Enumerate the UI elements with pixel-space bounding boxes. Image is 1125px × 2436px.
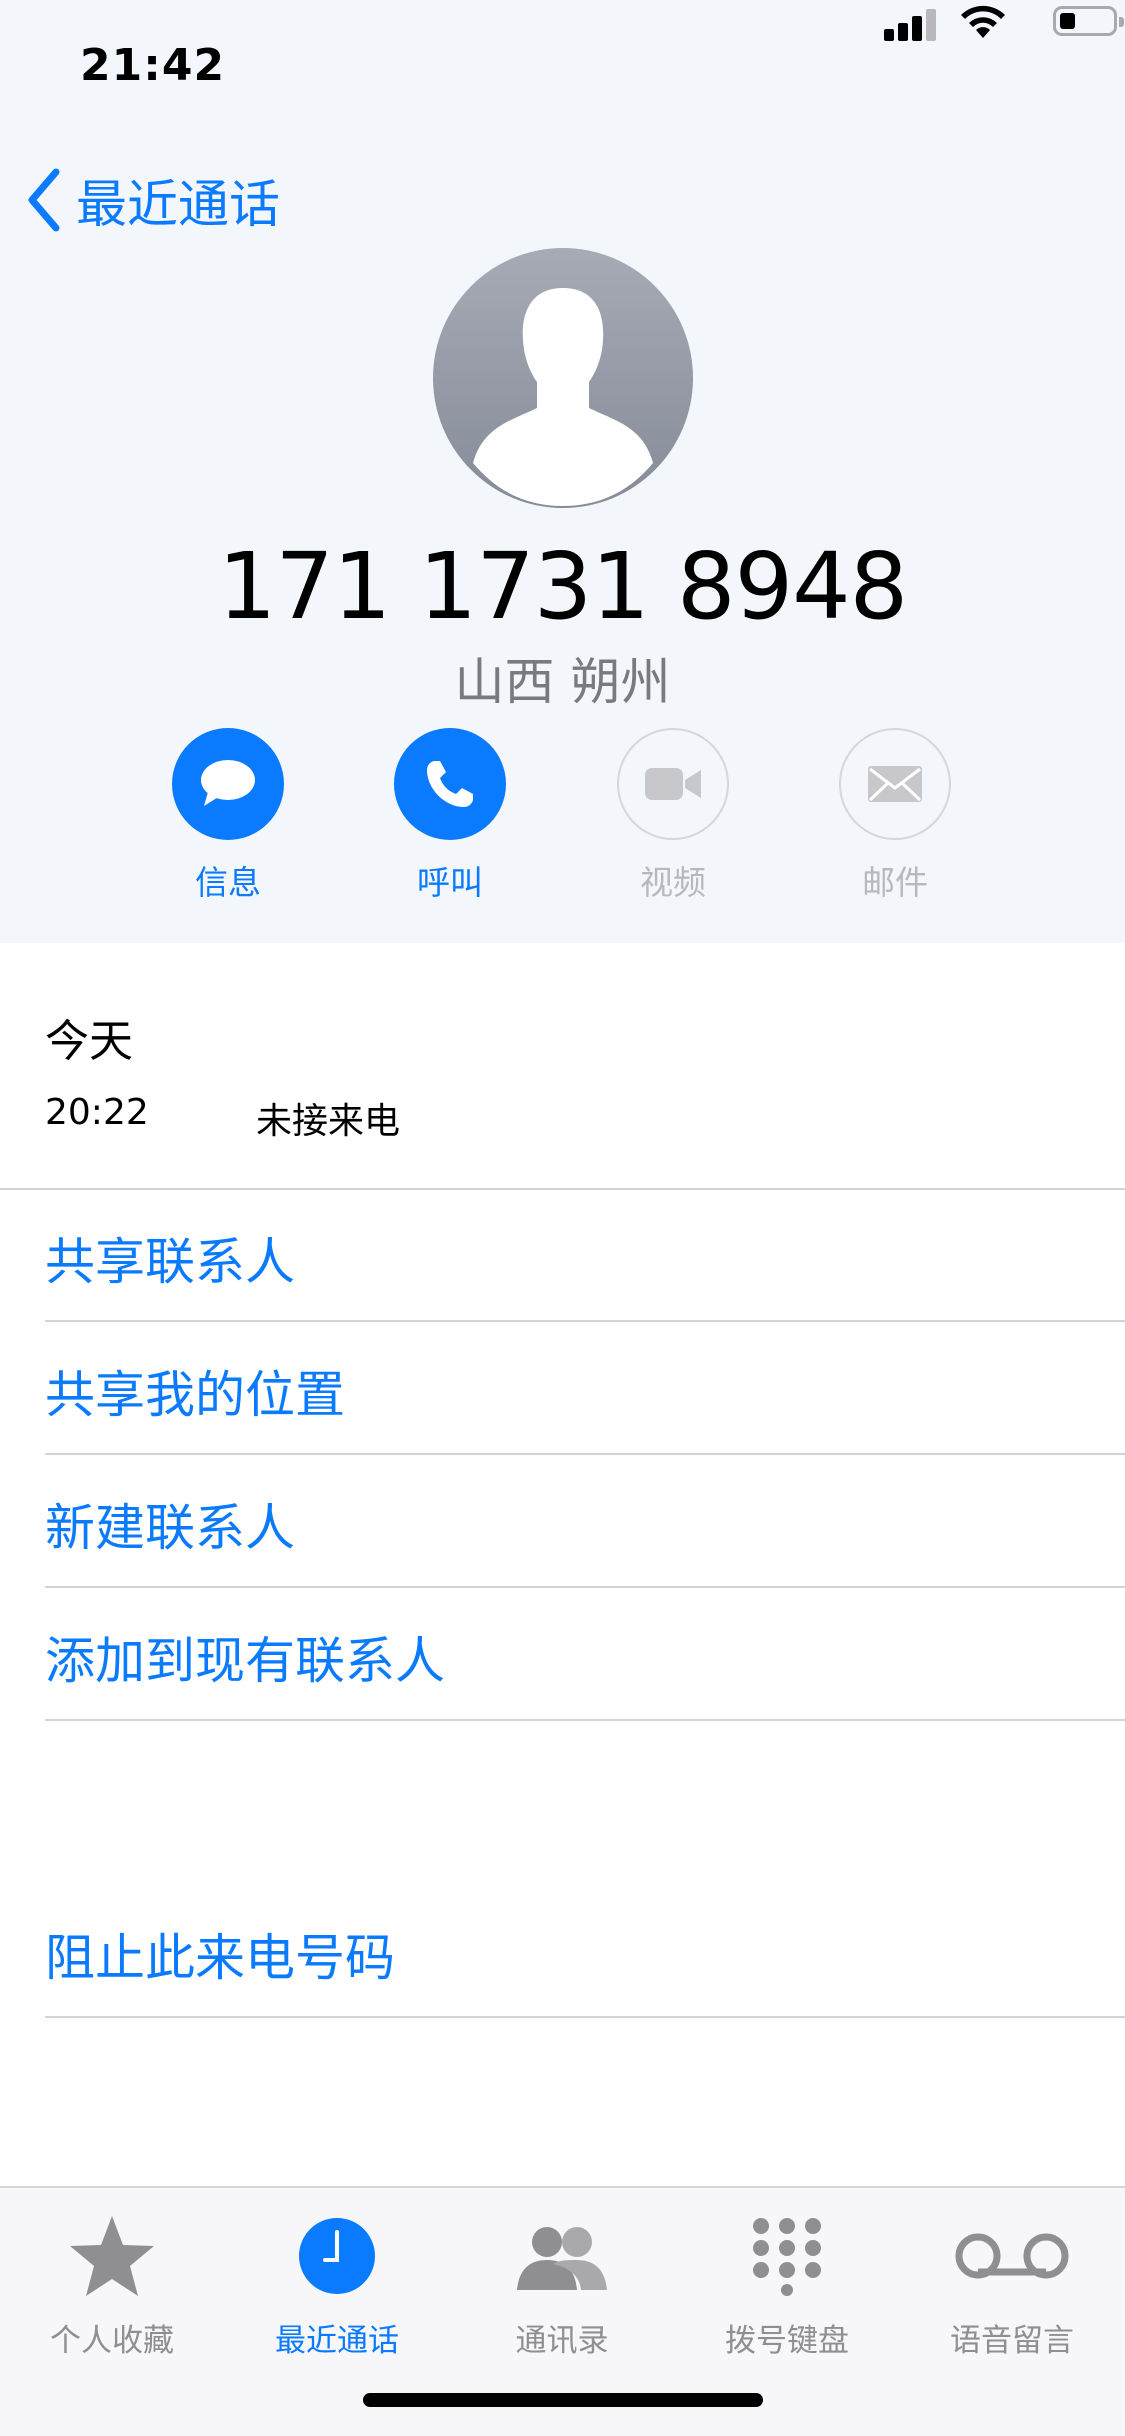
- divider: [45, 2016, 1125, 2018]
- phone-number[interactable]: 171 1731 8948: [0, 533, 1125, 640]
- mail-label: 邮件: [862, 863, 928, 902]
- chevron-left-icon: [28, 168, 60, 232]
- tab-recents-label: 最近通话: [275, 2323, 399, 2359]
- tab-keypad-label: 拨号键盘: [725, 2323, 849, 2359]
- call-label: 呼叫: [417, 863, 483, 902]
- battery-icon: [1053, 6, 1124, 36]
- tab-contacts-label: 通讯录: [515, 2323, 609, 2359]
- divider: [45, 1320, 1125, 1322]
- block-caller-button[interactable]: 阻止此来电号码: [45, 1918, 1125, 1990]
- tab-voicemail-label: 语音留言: [950, 2323, 1074, 2359]
- message-label: 信息: [195, 863, 261, 902]
- call-button[interactable]: 呼叫: [394, 728, 506, 904]
- tab-keypad[interactable]: 拨号键盘: [707, 2208, 867, 2360]
- caller-location: 山西 朔州: [454, 653, 671, 711]
- video-label: 视频: [640, 863, 706, 902]
- share-location-button[interactable]: 共享我的位置: [45, 1355, 1125, 1427]
- divider: [0, 1188, 1125, 1190]
- tab-contacts[interactable]: 通讯录: [482, 2208, 642, 2360]
- back-button[interactable]: 最近通话: [26, 165, 280, 235]
- mail-button[interactable]: 邮件: [839, 728, 951, 904]
- contacts-icon: [517, 2226, 607, 2290]
- keypad-icon: [753, 2217, 821, 2296]
- share-contact-button[interactable]: 共享联系人: [45, 1222, 1125, 1294]
- tab-recents[interactable]: 最近通话: [257, 2208, 417, 2360]
- clock-icon: [299, 2217, 375, 2294]
- new-contact-button[interactable]: 新建联系人: [45, 1488, 1125, 1560]
- message-icon: [201, 760, 255, 806]
- message-button[interactable]: 信息: [172, 728, 284, 904]
- home-indicator[interactable]: [363, 2393, 763, 2407]
- wifi-icon: [961, 5, 1005, 38]
- add-to-existing-contact-button[interactable]: 添加到现有联系人: [45, 1621, 1125, 1693]
- recent-day-heading: 今天: [45, 1016, 133, 1067]
- phone-icon: [427, 761, 473, 807]
- voicemail-icon: [955, 2233, 1069, 2278]
- call-status: 未接来电: [256, 1101, 401, 1142]
- cellular-signal-icon: [884, 5, 938, 41]
- tab-voicemail[interactable]: 语音留言: [932, 2208, 1092, 2360]
- status-time: 21:42: [80, 40, 226, 91]
- star-icon: [70, 2215, 154, 2296]
- avatar: [433, 248, 693, 508]
- tab-favorites-label: 个人收藏: [50, 2323, 174, 2359]
- person-silhouette-icon: [473, 288, 653, 506]
- divider: [45, 1719, 1125, 1721]
- divider: [45, 1453, 1125, 1455]
- divider: [45, 1586, 1125, 1588]
- video-button[interactable]: 视频: [617, 728, 729, 904]
- back-label: 最近通话: [76, 176, 281, 235]
- call-time: 20:22: [45, 1092, 149, 1133]
- video-icon: [645, 768, 701, 800]
- mail-icon: [868, 766, 922, 802]
- tab-favorites[interactable]: 个人收藏: [32, 2208, 192, 2360]
